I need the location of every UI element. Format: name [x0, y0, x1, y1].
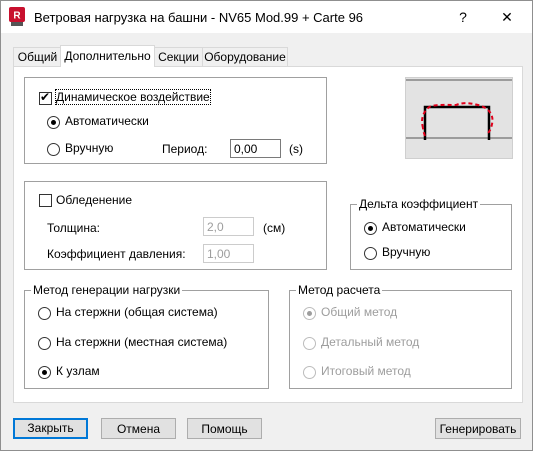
- tab-general[interactable]: Общий: [13, 47, 62, 66]
- tower-preview: [405, 77, 513, 159]
- tab-equipment[interactable]: Оборудование: [202, 47, 288, 66]
- close-icon[interactable]: ✕: [495, 5, 519, 29]
- window-title: Ветровая нагрузка на башни - NV65 Mod.99…: [34, 10, 364, 25]
- pressure-input[interactable]: 1,00: [203, 244, 254, 263]
- thickness-label: Толщина:: [47, 221, 101, 235]
- icing-group: Обледенение Толщина: 2,0 (см) Коэффициен…: [24, 181, 327, 270]
- generation-local-radio[interactable]: [38, 337, 51, 350]
- calc-legend: Метод расчета: [296, 283, 383, 297]
- period-label: Период:: [162, 142, 208, 156]
- dynamic-auto-radio[interactable]: [47, 116, 60, 129]
- pressure-label: Коэффициент давления:: [47, 247, 186, 261]
- cancel-button[interactable]: Отмена: [101, 418, 176, 439]
- dynamic-manual-radio[interactable]: [47, 143, 60, 156]
- calc-detailed-radio[interactable]: [303, 337, 316, 350]
- generation-nodes-label: К узлам: [56, 364, 100, 378]
- icing-label: Обледенение: [56, 193, 133, 207]
- generation-legend: Метод генерации нагрузки: [31, 283, 183, 297]
- icing-checkbox[interactable]: [39, 194, 52, 207]
- help-icon[interactable]: ?: [451, 5, 475, 29]
- app-logo-icon: R: [9, 7, 25, 26]
- generate-button[interactable]: Генерировать: [435, 418, 521, 439]
- generation-global-radio[interactable]: [38, 307, 51, 320]
- dynamic-auto-label: Автоматически: [65, 114, 149, 128]
- dynamic-group: ✔ Динамическое воздействие Автоматически…: [24, 77, 327, 164]
- dialog-window: R Ветровая нагрузка на башни - NV65 Mod.…: [0, 0, 533, 451]
- delta-auto-label: Автоматически: [382, 220, 466, 234]
- generation-global-label: На стержни (общая система): [56, 305, 218, 319]
- svg-text:R: R: [13, 11, 21, 22]
- tower-preview-drawing: [406, 79, 512, 140]
- thickness-unit: (см): [263, 221, 286, 235]
- delta-manual-radio[interactable]: [364, 247, 377, 260]
- thickness-input[interactable]: 2,0: [203, 217, 254, 236]
- tab-sections[interactable]: Секции: [153, 47, 204, 66]
- delta-manual-label: Вручную: [382, 245, 431, 259]
- generation-group: Метод генерации нагрузки На стержни (общ…: [24, 283, 269, 389]
- tab-additional[interactable]: Дополнительно: [60, 45, 155, 67]
- calc-general-radio[interactable]: [303, 307, 316, 320]
- delta-group: Дельта коэффициент Автоматически Вручную: [350, 197, 512, 270]
- calc-summary-label: Итоговый метод: [321, 364, 411, 378]
- generation-local-label: На стержни (местная система): [56, 335, 228, 349]
- calc-group: Метод расчета Общий метод Детальный мето…: [289, 283, 512, 389]
- calc-general-label: Общий метод: [321, 305, 398, 319]
- delta-legend: Дельта коэффициент: [357, 197, 481, 211]
- close-button[interactable]: Закрыть: [13, 418, 88, 439]
- dynamic-manual-label: Вручную: [65, 141, 114, 155]
- generation-nodes-radio[interactable]: [38, 366, 51, 379]
- period-input[interactable]: 0,00: [230, 139, 281, 158]
- delta-auto-radio[interactable]: [364, 222, 377, 235]
- dynamic-checkbox[interactable]: ✔: [39, 90, 52, 105]
- dynamic-label: Динамическое воздействие: [55, 89, 211, 105]
- period-unit: (s): [289, 142, 303, 156]
- calc-detailed-label: Детальный метод: [321, 335, 420, 349]
- help-button[interactable]: Помощь: [187, 418, 262, 439]
- calc-summary-radio[interactable]: [303, 366, 316, 379]
- title-bar: R Ветровая нагрузка на башни - NV65 Mod.…: [1, 1, 532, 33]
- tab-panel: ✔ Динамическое воздействие Автоматически…: [13, 66, 523, 403]
- checkmark-icon: ✔: [40, 90, 51, 104]
